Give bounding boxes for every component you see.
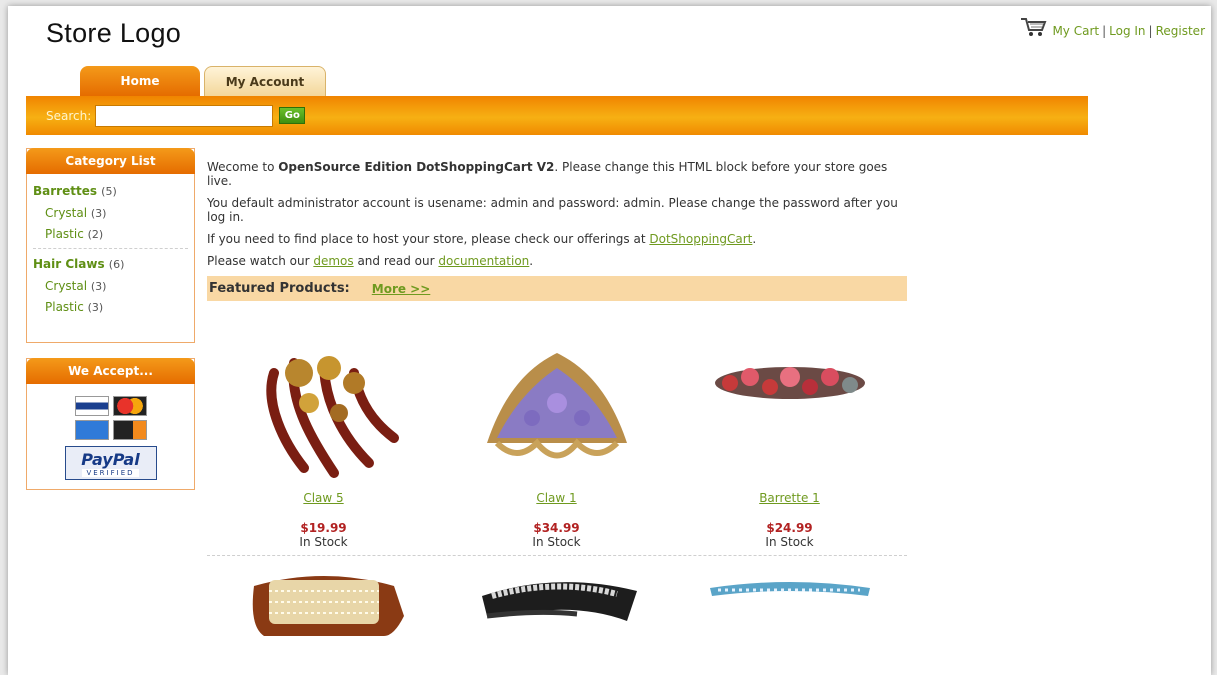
featured-products-title: Featured Products: (209, 281, 350, 296)
separator: | (1102, 24, 1107, 38)
more-link[interactable]: More >> (372, 282, 431, 296)
product-image-barrette[interactable] (710, 343, 870, 483)
product-stock-status: In Stock (765, 535, 814, 549)
category-divider (33, 248, 188, 249)
search-label: Search: (46, 108, 92, 123)
separator: | (1148, 24, 1153, 38)
welcome-line-3: If you need to find place to host your s… (207, 232, 757, 246)
product-card: Claw 5 $19.99 In Stock (207, 343, 440, 549)
product-image-claw[interactable] (477, 343, 637, 483)
product-card: Claw 1 $34.99 In Stock (440, 343, 673, 549)
mastercard-icon (112, 396, 147, 416)
category-hair-claws-plastic[interactable]: Plastic (3) (45, 300, 194, 314)
product-name-link[interactable]: Claw 1 (536, 491, 576, 505)
category-list-title: Category List (26, 148, 195, 174)
amex-icon (74, 420, 109, 440)
product-price: $19.99 (300, 521, 347, 535)
product-image-barrette[interactable] (244, 566, 404, 675)
product-card (440, 566, 673, 675)
category-hair-claws[interactable]: Hair Claws (6) (33, 257, 194, 271)
category-barrettes[interactable]: Barrettes (5) (33, 184, 194, 198)
welcome-line-4: Please watch our demos and read our docu… (207, 254, 534, 268)
tab-my-account[interactable]: My Account (204, 66, 326, 96)
product-price: $34.99 (533, 521, 580, 535)
product-name-link[interactable]: Claw 5 (303, 491, 343, 505)
store-page: Store Logo My Cart | Log In | Register H… (8, 6, 1211, 675)
search-input[interactable] (95, 104, 274, 127)
demos-link[interactable]: demos (313, 254, 353, 268)
we-accept-title: We Accept... (26, 358, 195, 384)
store-logo[interactable]: Store Logo (46, 18, 181, 49)
product-card: Barrette 1 $24.99 In Stock (673, 343, 906, 549)
discover-icon (112, 420, 147, 440)
payment-logos: PayPal VERIFIED (27, 384, 194, 480)
visa-icon (74, 396, 109, 416)
product-name-link[interactable]: Barrette 1 (759, 491, 820, 505)
product-card (673, 566, 906, 675)
product-row (207, 566, 907, 675)
nav-tabs: Home My Account (80, 66, 326, 96)
product-row-divider (207, 555, 907, 556)
category-list-box: Category List Barrettes (5) Crystal (3) … (26, 148, 195, 343)
product-stock-status: In Stock (299, 535, 348, 549)
welcome-line-2: You default administrator account is use… (207, 196, 898, 224)
tab-home[interactable]: Home (80, 66, 200, 96)
featured-products-header: Featured Products: More >> (207, 276, 907, 301)
my-cart-link[interactable]: My Cart (1052, 24, 1099, 38)
log-in-link[interactable]: Log In (1109, 24, 1145, 38)
product-image-claw[interactable] (244, 343, 404, 483)
search-bar: Search: Go (26, 96, 1088, 135)
product-stock-status: In Stock (532, 535, 581, 549)
product-price: $24.99 (766, 521, 813, 535)
product-image-barrette[interactable] (709, 566, 870, 675)
we-accept-box: We Accept... PayPal VERIFIED (26, 358, 195, 490)
register-link[interactable]: Register (1156, 24, 1205, 38)
product-card (207, 566, 440, 675)
documentation-link[interactable]: documentation (438, 254, 529, 268)
go-button[interactable]: Go (279, 107, 306, 124)
welcome-line-1: Wecome to OpenSource Edition DotShopping… (207, 160, 888, 188)
top-links: My Cart | Log In | Register (1020, 16, 1205, 38)
shopping-cart-icon[interactable] (1020, 16, 1048, 38)
category-hair-claws-crystal[interactable]: Crystal (3) (45, 279, 194, 293)
dotshoppingcart-link[interactable]: DotShoppingCart (649, 232, 752, 246)
category-list: Barrettes (5) Crystal (3) Plastic (2) Ha… (27, 174, 194, 314)
welcome-content: Wecome to OpenSource Edition DotShopping… (207, 160, 907, 301)
paypal-verified-icon: PayPal VERIFIED (64, 446, 157, 480)
category-barrettes-crystal[interactable]: Crystal (3) (45, 206, 194, 220)
category-barrettes-plastic[interactable]: Plastic (2) (45, 227, 194, 241)
product-grid: Claw 5 $19.99 In Stock Claw 1 $34.99 In … (207, 343, 907, 675)
product-image-claw[interactable] (477, 566, 637, 675)
product-row: Claw 5 $19.99 In Stock Claw 1 $34.99 In … (207, 343, 907, 549)
